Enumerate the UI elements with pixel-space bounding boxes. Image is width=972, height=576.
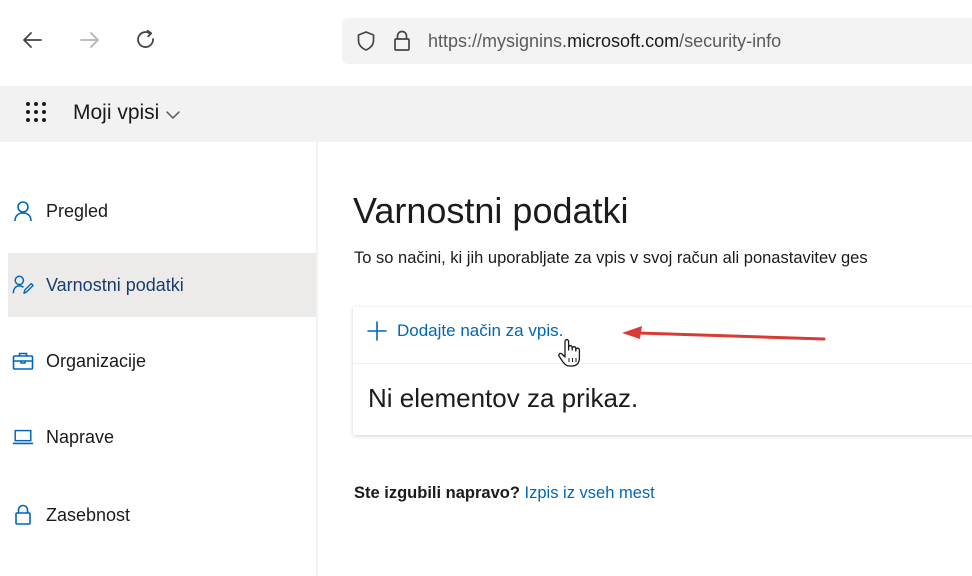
url-prefix: https://mysignins.: [428, 31, 568, 51]
laptop-icon: [12, 426, 34, 448]
sidebar-item-label: Pregled: [46, 200, 109, 221]
lost-device-question: Ste izgubili napravo?: [354, 484, 520, 502]
forward-icon: [80, 32, 99, 48]
sidebar-item-privacy[interactable]: Zasebnost: [8, 483, 316, 547]
app-launcher-icon[interactable]: [24, 100, 48, 124]
page-title: Varnostni podatki: [353, 190, 629, 231]
annotation-arrow-icon: [622, 326, 826, 341]
url-path: /security-info: [679, 31, 782, 51]
add-method-row: Dodajte način za vpis.: [353, 307, 972, 367]
url-text[interactable]: https://mysignins.microsoft.com/security…: [428, 31, 781, 52]
sidebar-item-devices[interactable]: Naprave: [8, 405, 316, 469]
briefcase-icon: [12, 350, 34, 372]
main-content: Varnostni podatki To so načini, ki jih u…: [318, 142, 972, 576]
back-button[interactable]: [18, 26, 46, 54]
security-info-icon: [12, 274, 34, 296]
sidebar-item-label: Organizacije: [46, 350, 147, 371]
sidebar-item-label: Naprave: [46, 426, 115, 447]
shield-icon[interactable]: [356, 30, 376, 52]
browser-toolbar: https://mysignins.microsoft.com/security…: [0, 0, 972, 86]
lost-device-section: Ste izgubili napravo? Izpis iz vseh mest: [354, 484, 655, 503]
forward-button[interactable]: [76, 26, 104, 54]
person-icon: [12, 200, 34, 222]
sidebar-item-security-info[interactable]: Varnostni podatki: [8, 253, 316, 317]
back-icon: [23, 32, 42, 48]
reload-button[interactable]: [132, 26, 160, 54]
reload-icon: [137, 29, 154, 48]
sidebar-item-organizations[interactable]: Organizacije: [8, 329, 316, 393]
url-domain: microsoft.com: [567, 31, 680, 51]
app-title: Moji vpisi: [73, 101, 160, 124]
lock-icon[interactable]: [392, 29, 412, 53]
sidebar: Pregled Varnostni podatki Organizacije N…: [0, 142, 318, 576]
sidebar-item-label: Varnostni podatki: [46, 274, 184, 295]
lock-icon: [12, 504, 34, 526]
hand-cursor-icon: [558, 339, 581, 367]
empty-state-message: Ni elementov za prikaz.: [368, 383, 639, 413]
sidebar-item-label: Zasebnost: [46, 504, 131, 525]
page-description: To so načini, ki jih uporabljate za vpis…: [354, 249, 868, 267]
app-title-menu[interactable]: Moji vpisi: [73, 101, 181, 125]
address-bar[interactable]: https://mysignins.microsoft.com/security…: [342, 18, 972, 64]
app-header: Moji vpisi: [0, 86, 972, 142]
add-method-label: Dodajte način za vpis.: [397, 321, 564, 340]
chevron-down-icon: [166, 110, 181, 119]
security-methods-card: Dodajte način za vpis. Ni elementov za p…: [353, 307, 972, 435]
sign-out-everywhere-link[interactable]: Izpis iz vseh mest: [525, 484, 655, 502]
sidebar-item-overview[interactable]: Pregled: [8, 179, 316, 243]
plus-icon: [367, 321, 387, 341]
add-method-button[interactable]: Dodajte način za vpis.: [367, 321, 563, 341]
